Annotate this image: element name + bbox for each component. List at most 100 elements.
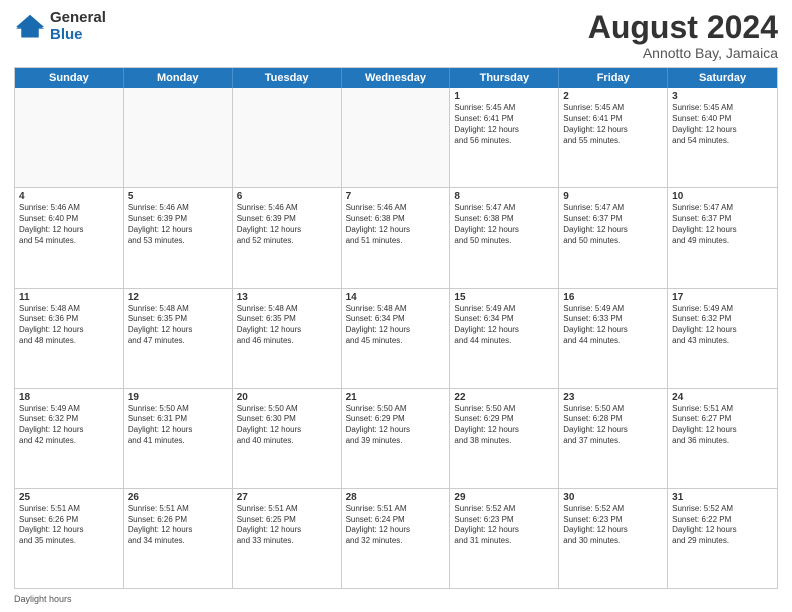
day-number: 17 bbox=[672, 292, 773, 303]
header-tuesday: Tuesday bbox=[233, 68, 342, 88]
day-info: Sunrise: 5:45 AM Sunset: 6:40 PM Dayligh… bbox=[672, 103, 773, 146]
day-number: 21 bbox=[346, 392, 446, 403]
calendar-cell: 10Sunrise: 5:47 AM Sunset: 6:37 PM Dayli… bbox=[668, 188, 777, 287]
calendar-cell: 16Sunrise: 5:49 AM Sunset: 6:33 PM Dayli… bbox=[559, 289, 668, 388]
calendar-cell: 3Sunrise: 5:45 AM Sunset: 6:40 PM Daylig… bbox=[668, 88, 777, 187]
day-number: 7 bbox=[346, 191, 446, 202]
day-info: Sunrise: 5:49 AM Sunset: 6:34 PM Dayligh… bbox=[454, 304, 554, 347]
day-info: Sunrise: 5:50 AM Sunset: 6:28 PM Dayligh… bbox=[563, 404, 663, 447]
title-block: August 2024 Annotto Bay, Jamaica bbox=[588, 10, 778, 61]
calendar-cell: 30Sunrise: 5:52 AM Sunset: 6:23 PM Dayli… bbox=[559, 489, 668, 588]
calendar-cell: 28Sunrise: 5:51 AM Sunset: 6:24 PM Dayli… bbox=[342, 489, 451, 588]
day-info: Sunrise: 5:48 AM Sunset: 6:36 PM Dayligh… bbox=[19, 304, 119, 347]
day-number: 25 bbox=[19, 492, 119, 503]
title-month: August 2024 bbox=[588, 10, 778, 45]
calendar-cell: 18Sunrise: 5:49 AM Sunset: 6:32 PM Dayli… bbox=[15, 389, 124, 488]
footer: Daylight hours bbox=[14, 594, 778, 604]
day-number: 28 bbox=[346, 492, 446, 503]
calendar-cell: 31Sunrise: 5:52 AM Sunset: 6:22 PM Dayli… bbox=[668, 489, 777, 588]
header-thursday: Thursday bbox=[450, 68, 559, 88]
calendar-cell: 23Sunrise: 5:50 AM Sunset: 6:28 PM Dayli… bbox=[559, 389, 668, 488]
day-info: Sunrise: 5:46 AM Sunset: 6:38 PM Dayligh… bbox=[346, 203, 446, 246]
calendar-cell bbox=[124, 88, 233, 187]
day-info: Sunrise: 5:52 AM Sunset: 6:23 PM Dayligh… bbox=[563, 504, 663, 547]
day-info: Sunrise: 5:50 AM Sunset: 6:31 PM Dayligh… bbox=[128, 404, 228, 447]
header-sunday: Sunday bbox=[15, 68, 124, 88]
logo-general-text: General bbox=[50, 10, 106, 27]
header-saturday: Saturday bbox=[668, 68, 777, 88]
calendar-cell: 9Sunrise: 5:47 AM Sunset: 6:37 PM Daylig… bbox=[559, 188, 668, 287]
day-info: Sunrise: 5:51 AM Sunset: 6:25 PM Dayligh… bbox=[237, 504, 337, 547]
day-info: Sunrise: 5:49 AM Sunset: 6:32 PM Dayligh… bbox=[19, 404, 119, 447]
header-friday: Friday bbox=[559, 68, 668, 88]
day-number: 1 bbox=[454, 91, 554, 102]
calendar-row-0: 1Sunrise: 5:45 AM Sunset: 6:41 PM Daylig… bbox=[15, 88, 777, 187]
calendar-cell bbox=[15, 88, 124, 187]
day-number: 5 bbox=[128, 191, 228, 202]
day-info: Sunrise: 5:51 AM Sunset: 6:26 PM Dayligh… bbox=[19, 504, 119, 547]
calendar: Sunday Monday Tuesday Wednesday Thursday… bbox=[14, 67, 778, 589]
calendar-cell: 13Sunrise: 5:48 AM Sunset: 6:35 PM Dayli… bbox=[233, 289, 342, 388]
calendar-cell: 14Sunrise: 5:48 AM Sunset: 6:34 PM Dayli… bbox=[342, 289, 451, 388]
calendar-cell bbox=[233, 88, 342, 187]
header: General Blue August 2024 Annotto Bay, Ja… bbox=[14, 10, 778, 61]
day-number: 3 bbox=[672, 91, 773, 102]
day-info: Sunrise: 5:50 AM Sunset: 6:30 PM Dayligh… bbox=[237, 404, 337, 447]
day-info: Sunrise: 5:47 AM Sunset: 6:37 PM Dayligh… bbox=[672, 203, 773, 246]
calendar-cell: 15Sunrise: 5:49 AM Sunset: 6:34 PM Dayli… bbox=[450, 289, 559, 388]
day-number: 26 bbox=[128, 492, 228, 503]
calendar-row-3: 18Sunrise: 5:49 AM Sunset: 6:32 PM Dayli… bbox=[15, 388, 777, 488]
calendar-cell: 11Sunrise: 5:48 AM Sunset: 6:36 PM Dayli… bbox=[15, 289, 124, 388]
calendar-cell: 2Sunrise: 5:45 AM Sunset: 6:41 PM Daylig… bbox=[559, 88, 668, 187]
day-info: Sunrise: 5:45 AM Sunset: 6:41 PM Dayligh… bbox=[454, 103, 554, 146]
calendar-body: 1Sunrise: 5:45 AM Sunset: 6:41 PM Daylig… bbox=[15, 88, 777, 588]
day-info: Sunrise: 5:45 AM Sunset: 6:41 PM Dayligh… bbox=[563, 103, 663, 146]
calendar-cell: 8Sunrise: 5:47 AM Sunset: 6:38 PM Daylig… bbox=[450, 188, 559, 287]
day-info: Sunrise: 5:47 AM Sunset: 6:38 PM Dayligh… bbox=[454, 203, 554, 246]
logo: General Blue bbox=[14, 10, 106, 43]
header-monday: Monday bbox=[124, 68, 233, 88]
day-info: Sunrise: 5:52 AM Sunset: 6:22 PM Dayligh… bbox=[672, 504, 773, 547]
calendar-header: Sunday Monday Tuesday Wednesday Thursday… bbox=[15, 68, 777, 88]
day-info: Sunrise: 5:51 AM Sunset: 6:26 PM Dayligh… bbox=[128, 504, 228, 547]
calendar-cell: 21Sunrise: 5:50 AM Sunset: 6:29 PM Dayli… bbox=[342, 389, 451, 488]
day-number: 20 bbox=[237, 392, 337, 403]
day-info: Sunrise: 5:46 AM Sunset: 6:40 PM Dayligh… bbox=[19, 203, 119, 246]
day-info: Sunrise: 5:48 AM Sunset: 6:35 PM Dayligh… bbox=[237, 304, 337, 347]
calendar-cell: 24Sunrise: 5:51 AM Sunset: 6:27 PM Dayli… bbox=[668, 389, 777, 488]
day-info: Sunrise: 5:48 AM Sunset: 6:34 PM Dayligh… bbox=[346, 304, 446, 347]
day-info: Sunrise: 5:52 AM Sunset: 6:23 PM Dayligh… bbox=[454, 504, 554, 547]
calendar-cell: 7Sunrise: 5:46 AM Sunset: 6:38 PM Daylig… bbox=[342, 188, 451, 287]
page: General Blue August 2024 Annotto Bay, Ja… bbox=[0, 0, 792, 612]
calendar-cell: 19Sunrise: 5:50 AM Sunset: 6:31 PM Dayli… bbox=[124, 389, 233, 488]
day-info: Sunrise: 5:48 AM Sunset: 6:35 PM Dayligh… bbox=[128, 304, 228, 347]
day-number: 14 bbox=[346, 292, 446, 303]
calendar-row-1: 4Sunrise: 5:46 AM Sunset: 6:40 PM Daylig… bbox=[15, 187, 777, 287]
day-number: 10 bbox=[672, 191, 773, 202]
calendar-cell: 27Sunrise: 5:51 AM Sunset: 6:25 PM Dayli… bbox=[233, 489, 342, 588]
day-number: 27 bbox=[237, 492, 337, 503]
day-info: Sunrise: 5:50 AM Sunset: 6:29 PM Dayligh… bbox=[346, 404, 446, 447]
day-number: 13 bbox=[237, 292, 337, 303]
day-number: 4 bbox=[19, 191, 119, 202]
calendar-cell: 5Sunrise: 5:46 AM Sunset: 6:39 PM Daylig… bbox=[124, 188, 233, 287]
day-number: 29 bbox=[454, 492, 554, 503]
day-number: 12 bbox=[128, 292, 228, 303]
day-number: 18 bbox=[19, 392, 119, 403]
logo-text: General Blue bbox=[50, 10, 106, 43]
day-number: 8 bbox=[454, 191, 554, 202]
day-number: 16 bbox=[563, 292, 663, 303]
calendar-row-4: 25Sunrise: 5:51 AM Sunset: 6:26 PM Dayli… bbox=[15, 488, 777, 588]
day-info: Sunrise: 5:49 AM Sunset: 6:33 PM Dayligh… bbox=[563, 304, 663, 347]
calendar-cell: 26Sunrise: 5:51 AM Sunset: 6:26 PM Dayli… bbox=[124, 489, 233, 588]
day-number: 19 bbox=[128, 392, 228, 403]
calendar-cell: 1Sunrise: 5:45 AM Sunset: 6:41 PM Daylig… bbox=[450, 88, 559, 187]
day-number: 2 bbox=[563, 91, 663, 102]
calendar-cell: 4Sunrise: 5:46 AM Sunset: 6:40 PM Daylig… bbox=[15, 188, 124, 287]
calendar-cell bbox=[342, 88, 451, 187]
logo-blue-text: Blue bbox=[50, 27, 106, 44]
calendar-cell: 22Sunrise: 5:50 AM Sunset: 6:29 PM Dayli… bbox=[450, 389, 559, 488]
day-info: Sunrise: 5:51 AM Sunset: 6:24 PM Dayligh… bbox=[346, 504, 446, 547]
calendar-cell: 12Sunrise: 5:48 AM Sunset: 6:35 PM Dayli… bbox=[124, 289, 233, 388]
day-info: Sunrise: 5:51 AM Sunset: 6:27 PM Dayligh… bbox=[672, 404, 773, 447]
